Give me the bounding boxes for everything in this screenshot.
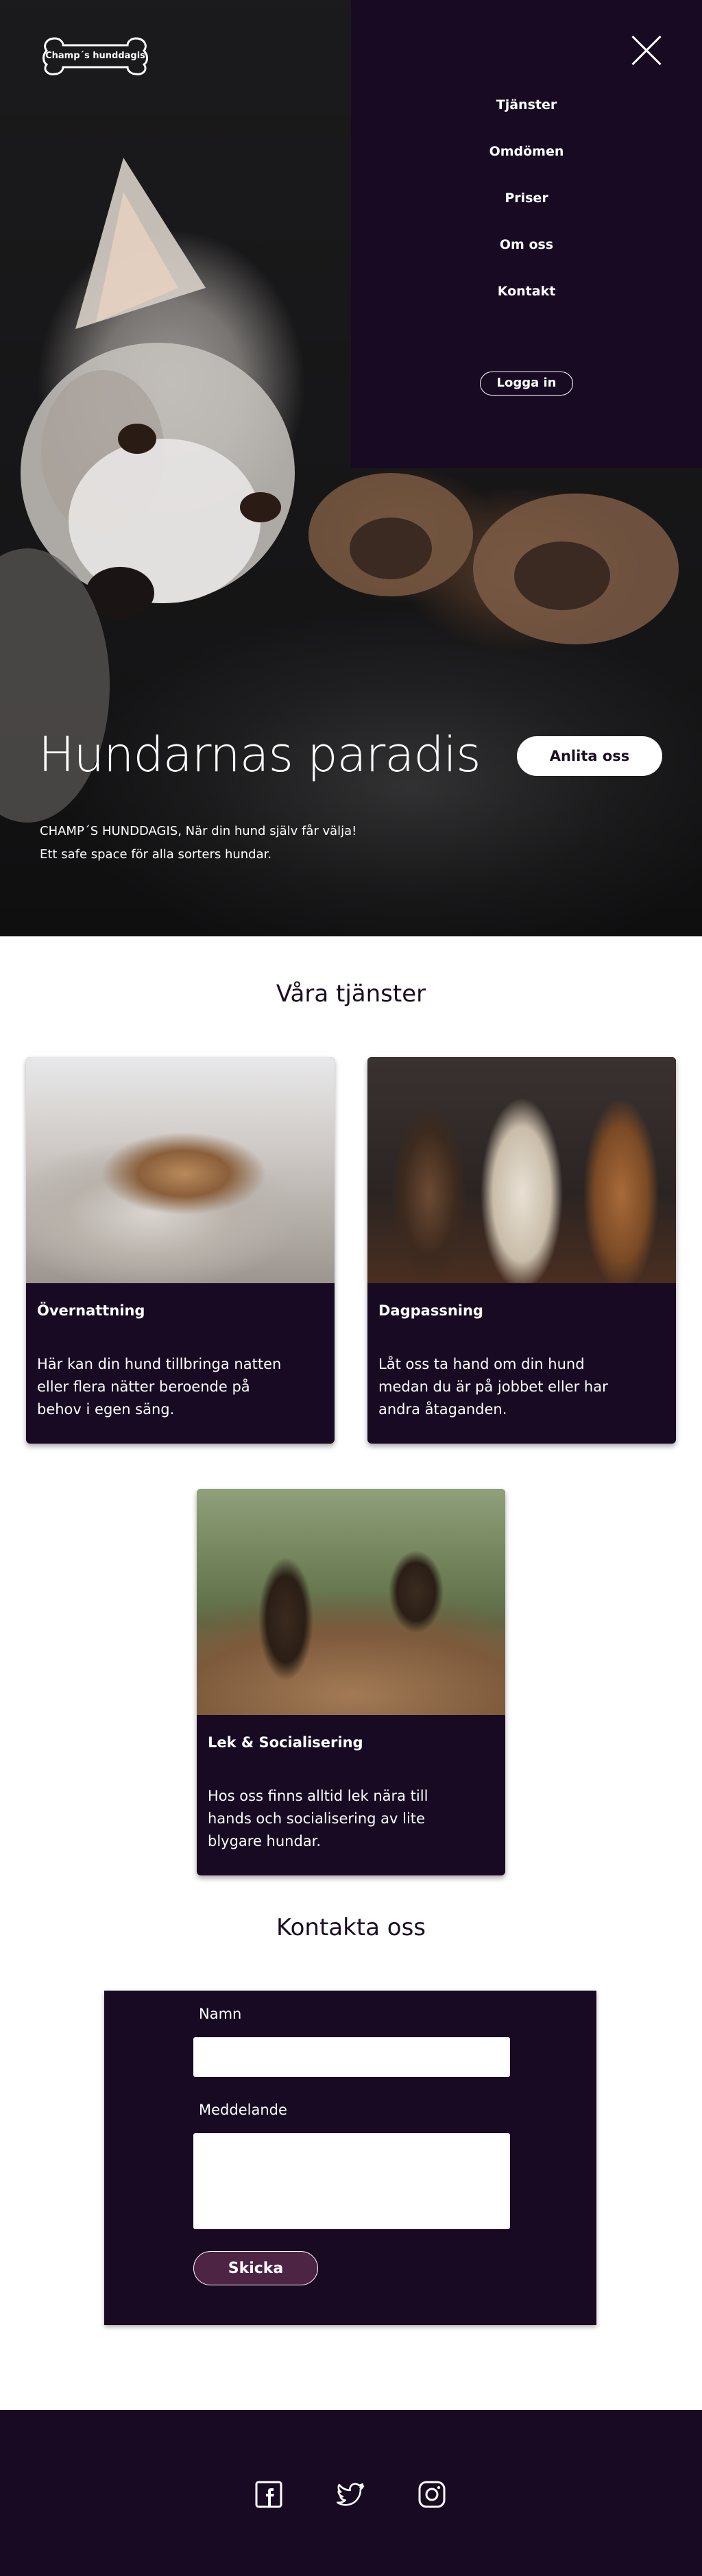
sleeping-dog-image: [26, 1057, 335, 1283]
service-card-overnight[interactable]: Övernattning Här kan din hund tillbringa…: [26, 1057, 335, 1444]
login-button[interactable]: Logga in: [480, 372, 573, 396]
contact-form: Namn Meddelande Skicka: [104, 1991, 596, 2325]
nav-menu-panel: Tjänster Omdömen Priser Om oss Kontakt L…: [351, 0, 702, 468]
nav-item: Kontakt: [351, 281, 702, 328]
message-label: Meddelande: [199, 2102, 287, 2118]
hero-subtitle-line1: CHAMP´S HUNDDAGIS, När din hund själv få…: [40, 824, 357, 838]
card-title: Lek & Socialisering: [208, 1734, 363, 1751]
nav-link-kontakt[interactable]: Kontakt: [492, 281, 561, 302]
footer: [0, 2410, 702, 2576]
message-field[interactable]: [193, 2133, 510, 2229]
hero-subtitle-line2: Ett safe space för alla sorters hundar.: [40, 847, 272, 862]
instagram-icon[interactable]: [417, 2480, 446, 2509]
hero-section: Champ´s hunddagis Tjänster Omdömen Prise…: [0, 0, 702, 936]
nav-list: Tjänster Omdömen Priser Om oss Kontakt: [351, 95, 702, 328]
card-text: Här kan din hund tillbringa natten eller…: [37, 1356, 282, 1418]
card-title: Dagpassning: [378, 1302, 483, 1319]
send-button[interactable]: Skicka: [193, 2251, 318, 2285]
close-icon[interactable]: [631, 34, 662, 66]
hero-title: Hundarnas paradis: [38, 727, 481, 783]
playing-dogs-image: [197, 1489, 505, 1715]
name-field[interactable]: [193, 2037, 510, 2077]
nav-link-tjanster[interactable]: Tjänster: [491, 95, 562, 115]
twitter-icon[interactable]: [336, 2480, 365, 2509]
nav-link-omdomen[interactable]: Omdömen: [484, 141, 570, 162]
hire-us-button[interactable]: Anlita oss: [517, 736, 662, 776]
logo[interactable]: Champ´s hunddagis: [40, 34, 151, 78]
service-card-daycare[interactable]: Dagpassning Låt oss ta hand om din hund …: [367, 1057, 676, 1444]
nav-link-priser[interactable]: Priser: [499, 188, 553, 208]
nav-item: Omdömen: [351, 141, 702, 188]
card-text: Hos oss finns alltid lek nära till hands…: [208, 1788, 428, 1849]
facebook-icon[interactable]: [254, 2480, 283, 2509]
card-title: Övernattning: [37, 1302, 145, 1319]
services-title: Våra tjänster: [276, 980, 426, 1008]
nav-item: Tjänster: [351, 95, 702, 141]
name-label: Namn: [199, 2006, 242, 2022]
three-dogs-image: [367, 1057, 676, 1283]
nav-item: Priser: [351, 188, 702, 234]
logo-text: Champ´s hunddagis: [45, 51, 145, 61]
contact-title: Kontakta oss: [276, 1914, 426, 1941]
nav-item: Om oss: [351, 234, 702, 281]
service-card-play[interactable]: Lek & Socialisering Hos oss finns alltid…: [197, 1489, 505, 1875]
card-text: Låt oss ta hand om din hund medan du är …: [378, 1356, 608, 1418]
nav-link-om-oss[interactable]: Om oss: [494, 234, 559, 255]
